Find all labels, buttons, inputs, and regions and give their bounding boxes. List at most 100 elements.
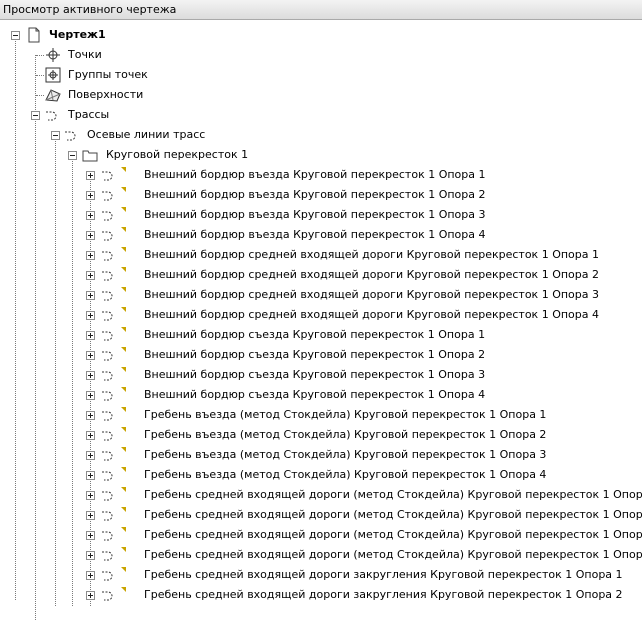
alignment-icon	[102, 231, 113, 241]
expand-toggle[interactable]	[86, 391, 95, 400]
alignment-item-label: Внешний бордюр средней входящей дороги К…	[144, 248, 599, 261]
modified-flag-icon	[121, 167, 126, 172]
expand-toggle[interactable]	[86, 551, 95, 560]
alignment-icon	[102, 171, 113, 181]
alignment-item-label: Внешний бордюр съезда Круговой перекрест…	[144, 328, 486, 341]
modified-flag-icon	[121, 467, 126, 472]
expand-toggle[interactable]	[86, 591, 95, 600]
alignment-item-label: Гребень средней входящей дороги (метод С…	[144, 528, 642, 541]
tree-node-alignments[interactable]: Трассы	[0, 105, 642, 125]
alignment-icon	[102, 251, 113, 261]
alignment-icon	[102, 311, 113, 321]
expand-toggle[interactable]	[86, 191, 95, 200]
alignment-item[interactable]: Внешний бордюр съезда Круговой перекрест…	[0, 325, 642, 345]
expand-toggle[interactable]	[86, 571, 95, 580]
modified-flag-icon	[121, 247, 126, 252]
modified-flag-icon	[121, 307, 126, 312]
alignment-item[interactable]: Внешний бордюр средней входящей дороги К…	[0, 305, 642, 325]
tree-node-centerline-alignments[interactable]: Осевые линии трасс	[0, 125, 642, 145]
modified-flag-icon	[121, 447, 126, 452]
tree-node-point-groups[interactable]: Группы точек	[0, 65, 642, 85]
tree-node-surfaces[interactable]: Поверхности	[0, 85, 642, 105]
modified-flag-icon	[121, 227, 126, 232]
modified-flag-icon	[121, 507, 126, 512]
alignment-icon	[102, 271, 113, 281]
modified-flag-icon	[121, 267, 126, 272]
folder-icon	[82, 150, 98, 162]
expand-toggle[interactable]	[86, 311, 95, 320]
alignment-item[interactable]: Гребень въезда (метод Стокдейла) Кругово…	[0, 425, 642, 445]
alignment-icon	[102, 191, 113, 201]
expand-toggle[interactable]	[86, 271, 95, 280]
expand-toggle[interactable]	[86, 411, 95, 420]
collapse-toggle[interactable]	[11, 31, 20, 40]
tree-line	[36, 75, 44, 76]
expand-toggle[interactable]	[86, 291, 95, 300]
expand-toggle[interactable]	[86, 451, 95, 460]
alignment-icon	[102, 451, 113, 461]
alignment-icon	[46, 111, 57, 121]
expand-toggle[interactable]	[86, 371, 95, 380]
alignment-item[interactable]: Внешний бордюр съезда Круговой перекрест…	[0, 345, 642, 365]
alignment-item[interactable]: Гребень средней входящей дороги (метод С…	[0, 545, 642, 565]
alignment-item-label: Гребень въезда (метод Стокдейла) Кругово…	[144, 408, 547, 421]
alignment-item[interactable]: Гребень въезда (метод Стокдейла) Кругово…	[0, 405, 642, 425]
expand-toggle[interactable]	[86, 491, 95, 500]
alignment-item[interactable]: Внешний бордюр средней входящей дороги К…	[0, 265, 642, 285]
alignment-item[interactable]: Внешний бордюр въезда Круговой перекрест…	[0, 185, 642, 205]
tree-node-points[interactable]: Точки	[0, 45, 642, 65]
drawing-icon	[28, 27, 40, 43]
alignment-item[interactable]: Гребень средней входящей дороги (метод С…	[0, 525, 642, 545]
expand-toggle[interactable]	[86, 211, 95, 220]
modified-flag-icon	[121, 387, 126, 392]
collapse-toggle[interactable]	[51, 131, 60, 140]
alignment-icon	[102, 471, 113, 481]
expand-toggle[interactable]	[86, 251, 95, 260]
expand-toggle[interactable]	[86, 471, 95, 480]
alignment-item[interactable]: Гребень средней входящей дороги (метод С…	[0, 485, 642, 505]
modified-flag-icon	[121, 287, 126, 292]
alignment-item[interactable]: Внешний бордюр въезда Круговой перекрест…	[0, 205, 642, 225]
collapse-toggle[interactable]	[68, 151, 77, 160]
alignment-item-label: Гребень средней входящей дороги (метод С…	[144, 548, 642, 561]
alignment-item[interactable]: Гребень въезда (метод Стокдейла) Кругово…	[0, 445, 642, 465]
alignment-icon	[102, 491, 113, 501]
alignment-item-label: Гребень средней входящей дороги (метод С…	[144, 488, 642, 501]
alignment-item[interactable]: Внешний бордюр средней входящей дороги К…	[0, 245, 642, 265]
tree-node-label: Группы точек	[68, 68, 148, 81]
alignment-item[interactable]: Внешний бордюр въезда Круговой перекрест…	[0, 225, 642, 245]
alignment-icon	[65, 131, 76, 141]
tree-node-drawing[interactable]: Чертеж1	[0, 25, 642, 45]
modified-flag-icon	[121, 547, 126, 552]
tree-node-roundabout[interactable]: Круговой перекресток 1	[0, 145, 642, 165]
collapse-toggle[interactable]	[31, 111, 40, 120]
alignment-item-label: Внешний бордюр съезда Круговой перекрест…	[144, 348, 486, 361]
expand-toggle[interactable]	[86, 171, 95, 180]
prospector-tree[interactable]: Чертеж1 Точки Группы точек Поверхности Т…	[0, 21, 642, 620]
alignment-item[interactable]: Внешний бордюр средней входящей дороги К…	[0, 285, 642, 305]
expand-toggle[interactable]	[86, 431, 95, 440]
modified-flag-icon	[121, 327, 126, 332]
expand-toggle[interactable]	[86, 351, 95, 360]
expand-toggle[interactable]	[86, 231, 95, 240]
alignment-item-label: Внешний бордюр въезда Круговой перекрест…	[144, 188, 486, 201]
alignment-item[interactable]: Гребень средней входящей дороги (метод С…	[0, 505, 642, 525]
alignment-item-label: Гребень средней входящей дороги (метод С…	[144, 508, 642, 521]
modified-flag-icon	[121, 567, 126, 572]
alignment-icon	[102, 331, 113, 341]
alignment-item[interactable]: Гребень средней входящей дороги закругле…	[0, 585, 642, 605]
expand-toggle[interactable]	[86, 511, 95, 520]
alignment-icon	[102, 211, 113, 221]
expand-toggle[interactable]	[86, 331, 95, 340]
alignment-item-label: Гребень средней входящей дороги закругле…	[144, 588, 623, 601]
modified-flag-icon	[121, 187, 126, 192]
tree-node-label: Осевые линии трасс	[87, 128, 206, 141]
alignment-item[interactable]: Внешний бордюр съезда Круговой перекрест…	[0, 365, 642, 385]
expand-toggle[interactable]	[86, 531, 95, 540]
alignment-item[interactable]: Гребень средней входящей дороги закругле…	[0, 565, 642, 585]
alignment-icon	[102, 511, 113, 521]
alignment-item[interactable]: Внешний бордюр въезда Круговой перекрест…	[0, 165, 642, 185]
alignment-item[interactable]: Внешний бордюр съезда Круговой перекрест…	[0, 385, 642, 405]
alignment-item[interactable]: Гребень въезда (метод Стокдейла) Кругово…	[0, 465, 642, 485]
alignment-item-label: Внешний бордюр средней входящей дороги К…	[144, 288, 599, 301]
